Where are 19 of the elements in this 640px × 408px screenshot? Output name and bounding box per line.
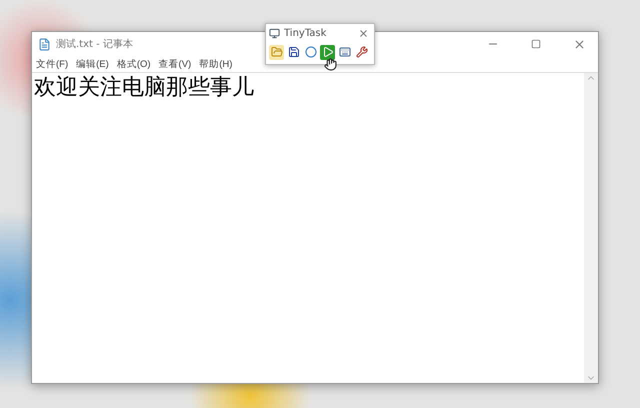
menu-item[interactable]: 帮助(H) — [199, 58, 232, 70]
menu-item[interactable]: 查看(V) — [158, 58, 192, 70]
app-icon — [269, 28, 280, 38]
play-button[interactable] — [320, 44, 335, 60]
floppy-disk-button[interactable] — [286, 44, 301, 60]
window-title: 测试.txt - 记事本 — [56, 38, 134, 51]
scrollbar[interactable] — [584, 73, 598, 383]
window-title: TinyTask — [284, 28, 328, 38]
menu-item[interactable]: 文件(F) — [36, 58, 68, 70]
maximize-icon — [531, 39, 541, 49]
close-icon — [572, 38, 586, 50]
notepad-icon — [38, 38, 51, 50]
menu-item[interactable]: 编辑(E) — [76, 58, 109, 70]
menu-item[interactable]: 格式(O) — [116, 58, 151, 70]
keyboard-button[interactable] — [337, 44, 352, 60]
wrench-button[interactable] — [354, 44, 369, 60]
text-area[interactable]: 欢迎关注电脑那些事儿 — [32, 73, 584, 383]
ball-button[interactable] — [303, 44, 318, 60]
close-icon — [358, 28, 368, 38]
